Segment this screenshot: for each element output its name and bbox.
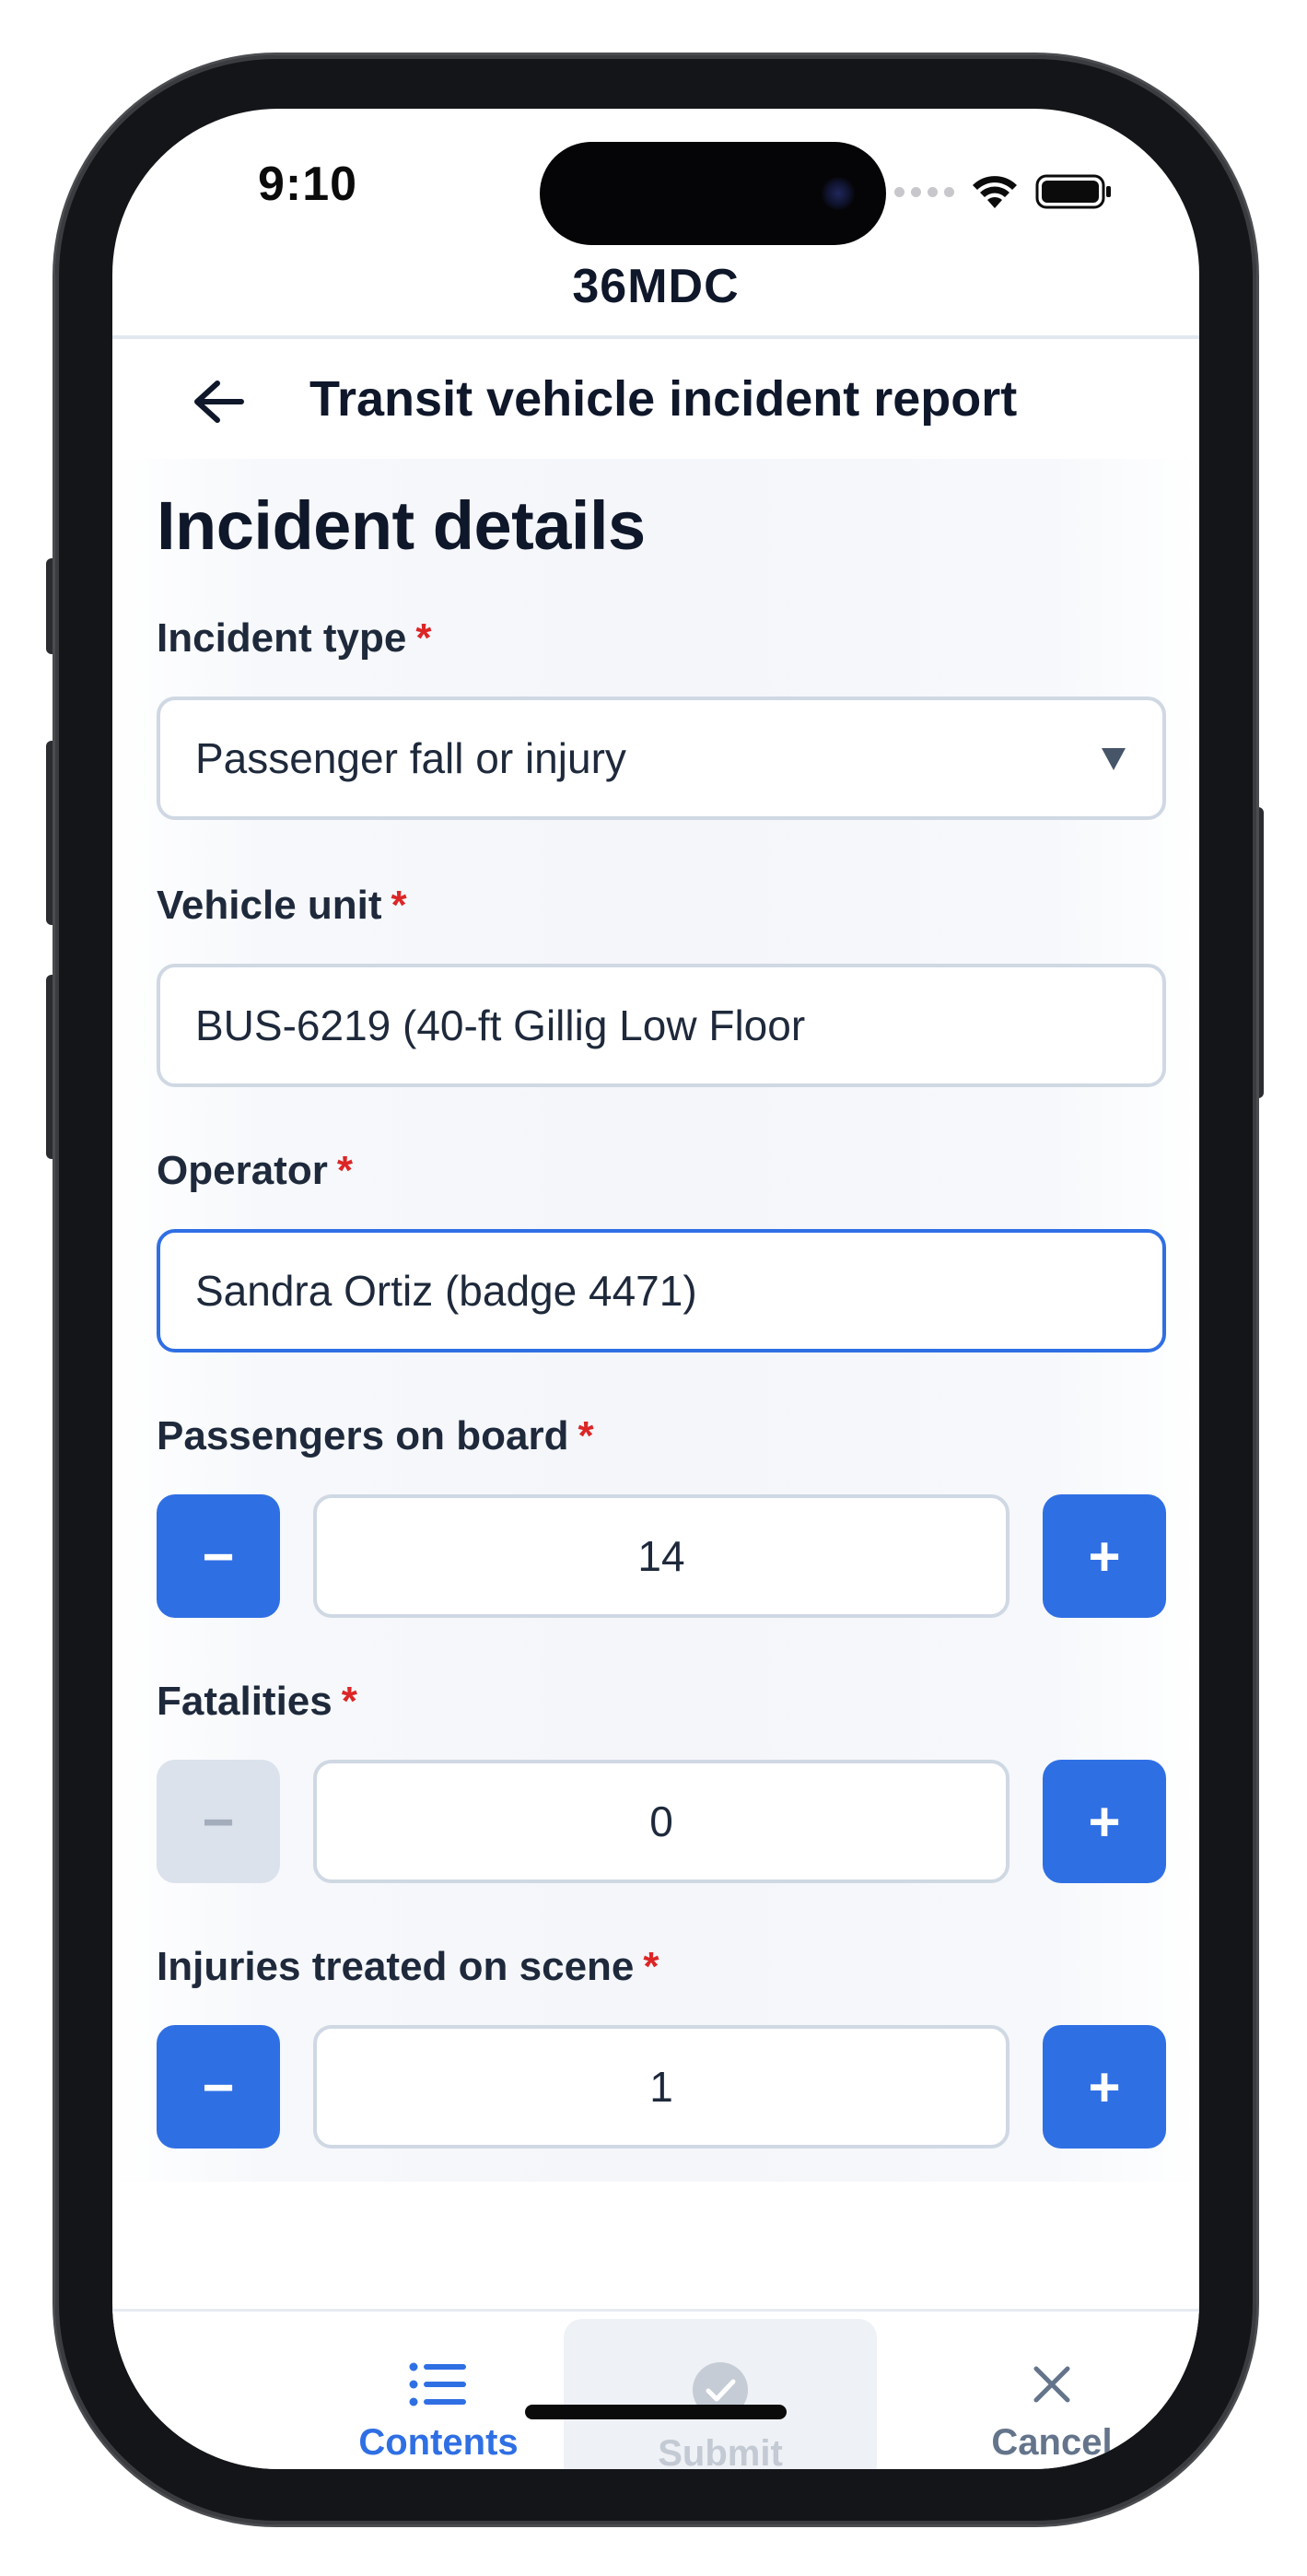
- operator-value: Sandra Ortiz (badge 4471): [195, 1267, 697, 1315]
- passengers-value[interactable]: 14: [313, 1494, 1009, 1618]
- submit-label: Submit: [658, 2433, 783, 2469]
- wifi-icon: [973, 176, 1017, 208]
- arrow-left-icon: [194, 381, 244, 423]
- app-title: 36MDC: [572, 260, 740, 313]
- contents-label: Contents: [358, 2422, 519, 2463]
- fatalities-stepper: − 0 +: [157, 1760, 1166, 1883]
- passengers-stepper: − 14 +: [157, 1494, 1166, 1618]
- status-icons: [894, 173, 1113, 210]
- vehicle-unit-value: BUS-6219 (40-ft Gillig Low Floor: [195, 1001, 806, 1049]
- nav-title: Transit vehicle incident report: [309, 371, 1018, 427]
- fatalities-label-text: Fatalities: [157, 1679, 333, 1724]
- fatalities-value[interactable]: 0: [313, 1760, 1009, 1883]
- incident-type-select[interactable]: Passenger fall or injury: [157, 697, 1166, 820]
- back-button[interactable]: [182, 365, 256, 439]
- operator-label-text: Operator: [157, 1148, 328, 1193]
- home-indicator[interactable]: [525, 2405, 787, 2419]
- nav-header: Transit vehicle incident report: [112, 339, 1199, 459]
- phone-screen: 9:10 36MDC Transit vehicle incident repo…: [112, 109, 1199, 2469]
- passengers-label-text: Passengers on board: [157, 1413, 569, 1458]
- required-marker: *: [336, 1148, 353, 1193]
- status-time: 9:10: [258, 158, 358, 211]
- cancel-label: Cancel: [991, 2422, 1113, 2463]
- operator-input[interactable]: Sandra Ortiz (badge 4471): [157, 1229, 1166, 1352]
- cellular-signal-icon: [894, 186, 954, 197]
- required-marker: *: [341, 1679, 357, 1724]
- required-marker: *: [643, 1944, 659, 1989]
- operator-label: Operator *: [157, 1148, 353, 1194]
- incident-type-label: Incident type *: [157, 615, 432, 662]
- fatalities-decrement-button[interactable]: −: [157, 1760, 280, 1883]
- injuries-increment-button[interactable]: +: [1043, 2025, 1166, 2149]
- incident-type-label-text: Incident type: [157, 615, 407, 661]
- battery-icon: [1035, 174, 1111, 209]
- required-marker: *: [391, 883, 407, 928]
- vehicle-unit-label-text: Vehicle unit: [157, 883, 382, 928]
- caret-down-icon: [1102, 748, 1126, 770]
- vehicle-unit-label: Vehicle unit *: [157, 883, 407, 929]
- injuries-stepper: − 1 +: [157, 2025, 1166, 2149]
- passengers-decrement-button[interactable]: −: [157, 1494, 280, 1618]
- fatalities-increment-button[interactable]: +: [1043, 1760, 1166, 1883]
- fatalities-label: Fatalities *: [157, 1679, 357, 1725]
- section-title: Incident details: [157, 487, 646, 564]
- passengers-label: Passengers on board *: [157, 1413, 594, 1459]
- injuries-decrement-button[interactable]: −: [157, 2025, 280, 2149]
- injuries-value[interactable]: 1: [313, 2025, 1009, 2149]
- cancel-button[interactable]: Cancel: [895, 2312, 1199, 2469]
- required-marker: *: [415, 615, 432, 661]
- incident-type-value: Passenger fall or injury: [195, 734, 626, 782]
- contents-button[interactable]: Contents: [282, 2312, 595, 2469]
- close-icon: [1033, 2366, 1070, 2403]
- injuries-label-text: Injuries treated on scene: [157, 1944, 635, 1989]
- required-marker: *: [578, 1413, 594, 1458]
- passengers-increment-button[interactable]: +: [1043, 1494, 1166, 1618]
- camera-icon: [822, 177, 855, 210]
- bottom-bar: Contents Submit Cancel: [112, 2312, 1199, 2469]
- dynamic-island: [540, 142, 886, 245]
- form-content[interactable]: Incident details Incident type * Passenge…: [112, 459, 1199, 2182]
- vehicle-unit-input[interactable]: BUS-6219 (40-ft Gillig Low Floor: [157, 964, 1166, 1087]
- submit-button[interactable]: Submit: [564, 2319, 877, 2469]
- injuries-label: Injuries treated on scene *: [157, 1944, 659, 1990]
- phone-frame: 9:10 36MDC Transit vehicle incident repo…: [55, 55, 1256, 2524]
- list-icon: [409, 2362, 466, 2406]
